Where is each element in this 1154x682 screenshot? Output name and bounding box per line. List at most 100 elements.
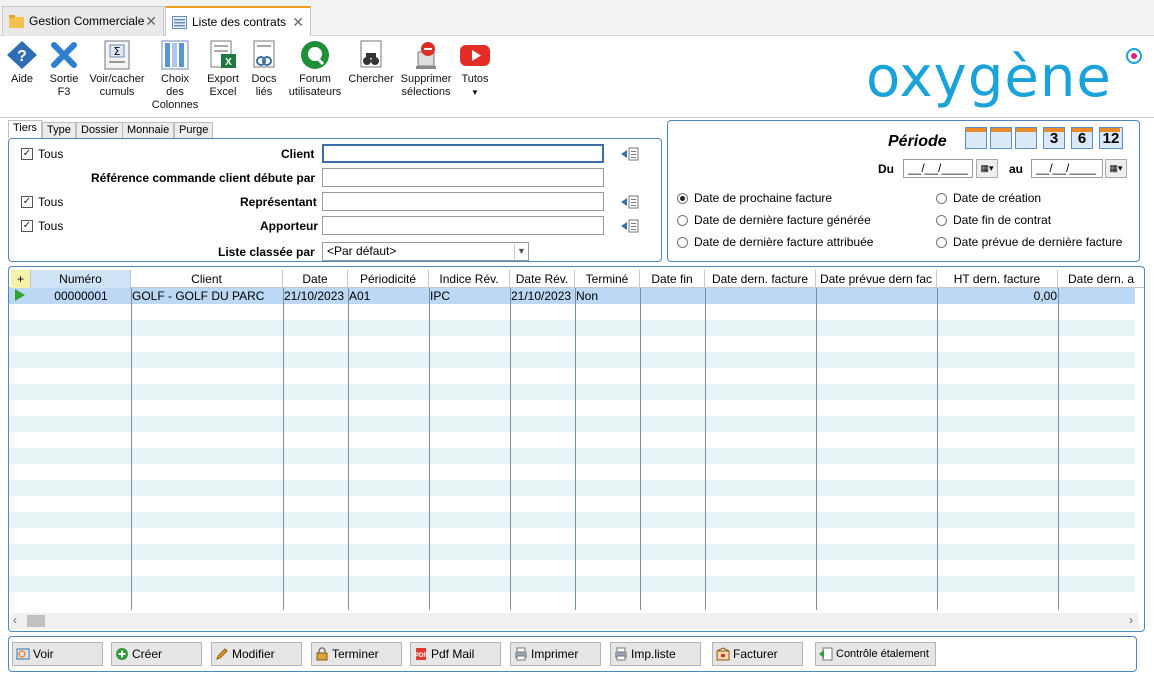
supprimer-label-1: Supprimer [400,73,452,85]
app-all-checkbox[interactable]: ✓ [21,220,33,232]
app-input[interactable] [322,216,604,235]
exit-button[interactable]: Sortie F3 [46,40,82,99]
tab-type[interactable]: Type [42,122,76,138]
calendar-month-button[interactable] [1015,127,1037,149]
sort-select[interactable]: <Par défaut> ▼ [322,242,529,261]
chevron-down-icon[interactable]: ▼ [471,88,479,97]
binoculars-icon [360,40,382,68]
table-row[interactable] [9,544,1135,560]
close-icon[interactable]: ✕ [292,14,304,31]
tab-purge[interactable]: Purge [174,122,214,138]
table-row[interactable] [9,320,1135,336]
help-button[interactable]: ? Aide [4,40,40,86]
rep-picker-icon[interactable] [621,195,639,209]
date-from-picker-button[interactable]: ▦▾ [976,159,998,178]
date-to-picker-button[interactable]: ▦▾ [1105,159,1127,178]
rep-input[interactable] [322,192,604,211]
ref-input[interactable] [322,168,604,187]
print-button[interactable]: Imprimer [510,642,601,666]
col-date-fin[interactable]: Date fin [640,270,705,288]
pdf-mail-button[interactable]: PDF Pdf Mail [410,642,501,666]
table-row[interactable] [9,480,1135,496]
col-client[interactable]: Client [131,270,283,288]
col-numero[interactable]: Numéro [31,270,131,288]
table-row[interactable] [9,336,1135,352]
terminate-button[interactable]: Terminer [311,642,402,666]
table-row[interactable] [9,464,1135,480]
col-ht-dern-facture[interactable]: HT dern. facture [937,270,1058,288]
calendar-6-months-button[interactable]: 6 [1071,127,1093,149]
table-row[interactable] [9,432,1135,448]
scroll-left-icon[interactable]: ‹ [13,613,17,627]
client-all-checkbox[interactable]: ✓ [21,148,33,160]
toggle-totals-button[interactable]: Σ Voir/cacher cumuls [88,40,146,99]
table-row[interactable] [9,304,1135,320]
table-row[interactable] [9,576,1135,592]
tab-gestion-commerciale[interactable]: Gestion Commerciale ✕ [2,6,164,36]
edit-button-label: Modifier [232,647,275,661]
scrollbar-thumb[interactable] [27,615,45,627]
edit-button[interactable]: Modifier [211,642,302,666]
linked-docs-button[interactable]: Docs liés [246,40,282,99]
print-button-label: Imprimer [531,647,579,661]
view-button[interactable]: Voir [12,642,103,666]
columns-button[interactable]: Choix des Colonnes [150,40,200,112]
table-row[interactable] [9,416,1135,432]
radio-last-attributed[interactable] [677,237,688,248]
calendar-3-months-button[interactable]: 3 [1043,127,1065,149]
tutorials-button[interactable]: Tutos ▼ [456,40,494,99]
tab-liste-des-contrats[interactable]: Liste des contrats ✕ [165,6,311,37]
forum-button[interactable]: Forum utilisateurs [288,40,342,99]
horizontal-scrollbar[interactable]: ‹ › [11,613,1139,629]
table-row[interactable] [9,368,1135,384]
contracts-table: + Numéro Client Date Périodicité Indice … [8,266,1145,632]
client-picker-icon[interactable] [621,147,639,161]
create-button[interactable]: Créer [111,642,202,666]
table-row[interactable] [9,496,1135,512]
date-to-input[interactable]: __/__/____ [1031,159,1103,178]
search-button[interactable]: Chercher [346,40,396,86]
table-row[interactable] [9,352,1135,368]
radio-next-invoice[interactable] [677,193,688,204]
table-row[interactable] [9,528,1135,544]
tab-monnaie[interactable]: Monnaie [122,122,175,138]
radio-creation[interactable] [936,193,947,204]
close-x-icon [51,42,77,68]
radio-end-contract[interactable] [936,215,947,226]
invoice-button[interactable]: Facturer [712,642,803,666]
date-from-input[interactable]: __/__/____ [903,159,973,178]
col-date-prevue-dern-fac[interactable]: Date prévue dern fac [816,270,937,288]
app-picker-icon[interactable] [621,219,639,233]
delete-selections-button[interactable]: Supprimer sélections [400,40,452,99]
table-row[interactable] [9,384,1135,400]
col-termine[interactable]: Terminé [575,270,640,288]
scroll-right-icon[interactable]: › [1129,613,1133,627]
table-row[interactable] [9,400,1135,416]
close-icon[interactable]: ✕ [145,13,157,30]
col-date-rev[interactable]: Date Rév. [510,270,575,288]
table-row[interactable] [9,560,1135,576]
calendar-12-months-button[interactable]: 12 [1099,127,1123,149]
table-row[interactable] [9,448,1135,464]
table-row[interactable]: 00000001 GOLF - GOLF DU PARC 21/10/2023 … [9,288,1135,304]
col-indice-rev[interactable]: Indice Rév. [429,270,510,288]
tab-dossier[interactable]: Dossier [76,122,124,138]
colonnes-label-1: Choix [160,73,190,85]
rep-all-checkbox[interactable]: ✓ [21,196,33,208]
add-row-icon[interactable]: + [11,270,31,288]
table-row[interactable] [9,512,1135,528]
export-excel-button[interactable]: X Export Excel [204,40,242,99]
col-date-dern-a[interactable]: Date dern. a [1058,270,1144,288]
table-row[interactable] [9,592,1135,610]
calendar-day-button[interactable] [965,127,987,149]
col-date-dern-facture[interactable]: Date dern. facture [705,270,816,288]
col-date[interactable]: Date [283,270,348,288]
radio-planned-last[interactable] [936,237,947,248]
client-input[interactable] [322,144,604,163]
calendar-week-button[interactable] [990,127,1012,149]
print-list-button[interactable]: Imp.liste [610,642,701,666]
col-periodicite[interactable]: Périodicité [348,270,429,288]
tab-tiers[interactable]: Tiers [8,120,43,138]
spread-control-button[interactable]: Contrôle étalement [815,642,936,666]
radio-last-generated[interactable] [677,215,688,226]
